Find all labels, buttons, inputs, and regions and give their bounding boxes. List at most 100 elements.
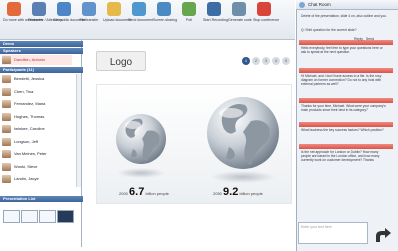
toolbar-button[interactable]: Get public document (53, 2, 86, 22)
participant-name: Van Meines, Peter (14, 151, 47, 156)
chat-message: Q: Shirt question for the current slide? (301, 28, 357, 32)
sidebar-demo-header: Demo (0, 41, 85, 47)
slide-thumbnail[interactable] (39, 210, 56, 223)
speakers-header: Speakers (0, 48, 85, 54)
slide-thumbnail[interactable] (21, 210, 38, 223)
participants-scrollbar[interactable] (76, 74, 81, 187)
chat-message-header (299, 122, 393, 127)
globe-left-icon (116, 114, 166, 164)
toolbar-button[interactable]: Do more with worksheets (3, 2, 44, 22)
send-arrow-icon[interactable] (374, 228, 392, 244)
slide-thumbnail[interactable] (57, 210, 74, 223)
toolbar-button[interactable]: Generate code (228, 2, 252, 22)
presentation-list-header: Presentation List (0, 196, 85, 202)
code-icon (232, 2, 246, 16)
chat-message: Thanks for your time, Michael. What were… (301, 104, 386, 113)
avatar (2, 175, 11, 183)
avatar (2, 75, 11, 83)
caption-left-unit: billion people (145, 191, 169, 196)
participant-item[interactable]: Hughes, Thomas (2, 112, 72, 122)
toolbar-button-label: Stop conference (253, 18, 280, 22)
poll-icon (182, 2, 196, 16)
participant-item[interactable]: Iwinkee, Caroline (2, 124, 72, 134)
participant-name: Wonki, Steve (14, 163, 38, 169)
toolbar-button-label: Upload document (103, 18, 132, 22)
toolbar-button-label: Screen sharing (153, 18, 178, 22)
avatar (2, 56, 11, 64)
participant-item[interactable]: Fernandez, Maria (2, 99, 72, 109)
caption-right-year: 2050 (213, 191, 222, 196)
globe-right-icon (207, 97, 279, 169)
avatar (2, 137, 11, 146)
reply-button[interactable]: Reply (354, 37, 363, 41)
toolbar-button-label: Poll (186, 18, 192, 22)
toolbar-button[interactable]: Send document (128, 2, 154, 22)
participant-name: Fernandez, Maria (14, 101, 46, 106)
caption-left-value: 6.7 (129, 186, 145, 198)
toolbar-button-label: Send document (128, 18, 154, 22)
chat-title: Chat Room (296, 0, 398, 10)
caption-right-unit: billion people (239, 191, 263, 196)
avatar (2, 100, 11, 108)
participant-item[interactable]: Longson, Jeff (2, 137, 72, 147)
slide-thumbnail[interactable] (3, 210, 20, 223)
participants-header: Participants (11) (0, 67, 85, 73)
toolbar-button[interactable]: Poll (178, 2, 200, 22)
caption-left: 2000 6.7 billion people (119, 186, 169, 198)
page-dot[interactable]: 4 (272, 57, 280, 65)
page-dot[interactable]: 2 (252, 57, 260, 65)
avatar (2, 125, 11, 133)
chat-bubble-icon (299, 2, 305, 8)
caption-left-year: 2000 (119, 191, 128, 196)
toolbar-button[interactable]: Presenter / Attendees (28, 2, 63, 22)
slide-canvas: 2000 6.7 billion people 2050 9.2 billion… (96, 84, 292, 204)
participant-item[interactable]: Van Meines, Peter (2, 149, 72, 159)
participant-name: Landin, Jacye (14, 176, 39, 181)
speaker-name: Dandikin, Antonio (14, 57, 46, 62)
participant-item[interactable]: Chen, Tina (2, 87, 72, 97)
stop-icon (257, 2, 271, 16)
participant-item[interactable]: Bendetti, Jessica (2, 74, 72, 84)
toolbar-button-label: Generate code (228, 18, 252, 22)
chat-message: Hi Michael, and I don't have access to a… (301, 74, 382, 87)
participant-item[interactable]: Landin, Jacye (2, 174, 72, 184)
globe-shadow-right (211, 171, 275, 183)
chat-message: Delete of the presentation, slide 4 on, … (301, 14, 387, 18)
chat-title-text: Chat Room (308, 2, 331, 7)
document-icon (57, 2, 71, 16)
chat-message-header (299, 40, 393, 45)
participant-name: Chen, Tina (14, 88, 34, 94)
participant-name: Hughes, Thomas (14, 113, 45, 119)
toolbar-button-label: Presenter / Attendees (28, 18, 63, 22)
avatar (2, 150, 11, 158)
toolbar-button[interactable]: Upload document (103, 2, 132, 22)
toolbar-button[interactable]: Screen sharing (153, 2, 178, 22)
participant-name: Bendetti, Jessica (14, 76, 45, 81)
chat-message-header (299, 68, 393, 73)
chat-message: Is the net approach for London or Dublin… (301, 150, 380, 163)
globe-shadow-left (117, 168, 165, 178)
page-dot[interactable]: 1 (242, 57, 250, 65)
toolbar-button[interactable]: File transfer (78, 2, 100, 22)
toolbar-button-label: Do more with worksheets (3, 18, 44, 22)
send-button[interactable]: Send (366, 37, 374, 41)
page-dot[interactable]: 5 (282, 57, 290, 65)
page-dot[interactable]: 3 (262, 57, 270, 65)
avatar (2, 162, 11, 171)
chat-message-header (299, 144, 393, 149)
chat-input[interactable]: Enter your text here (298, 222, 368, 244)
toolbar-button-label: File transfer (79, 18, 99, 22)
avatar (2, 112, 11, 121)
send-document-icon (132, 2, 146, 16)
chat-message: What business the key success factors? W… (301, 128, 384, 132)
participant-name: Longson, Jeff (14, 138, 38, 144)
users-icon (32, 2, 46, 16)
chat-actions: Reply Send (354, 37, 374, 41)
avatar (2, 87, 11, 96)
toolbar-button[interactable]: Stop conference (253, 2, 280, 22)
logo-text: Logo (109, 57, 133, 68)
toolbar-button[interactable]: Start Recording (203, 2, 228, 22)
speaker-item[interactable]: Dandikin, Antonio (2, 55, 72, 65)
participant-item[interactable]: Wonki, Steve (2, 162, 72, 172)
chat-message-header (299, 98, 393, 103)
